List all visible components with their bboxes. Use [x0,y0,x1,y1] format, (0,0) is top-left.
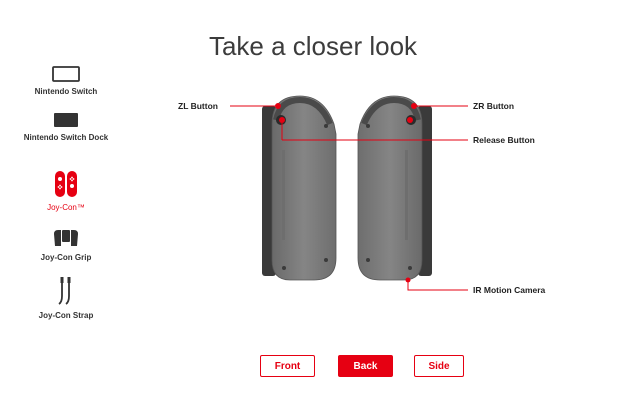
left-label-text [282,150,285,240]
ir-motion-camera-label: IR Motion Camera [473,285,546,295]
screw-icon [324,258,328,262]
screw-icon [366,124,370,128]
view-front-button[interactable]: Front [260,355,315,377]
view-side-button[interactable]: Side [414,355,464,377]
right-joycon [357,95,432,281]
zl-button-label: ZL Button [178,101,218,111]
release-marker-right [407,117,413,123]
screw-icon [282,266,286,270]
view-back-button[interactable]: Back [338,355,393,377]
screw-icon [408,266,412,270]
ir-callout-line [407,280,468,291]
release-marker-left [279,117,285,123]
zr-button-label: ZR Button [473,101,515,111]
joycon-back-illustration [230,95,468,291]
release-button-label: Release Button [473,135,535,145]
screw-icon [366,258,370,262]
screw-icon [324,124,328,128]
left-joycon [262,95,337,281]
right-label-text [405,150,408,240]
zl-marker [275,103,281,109]
zr-marker [411,103,417,109]
ir-camera-marker [405,277,411,283]
